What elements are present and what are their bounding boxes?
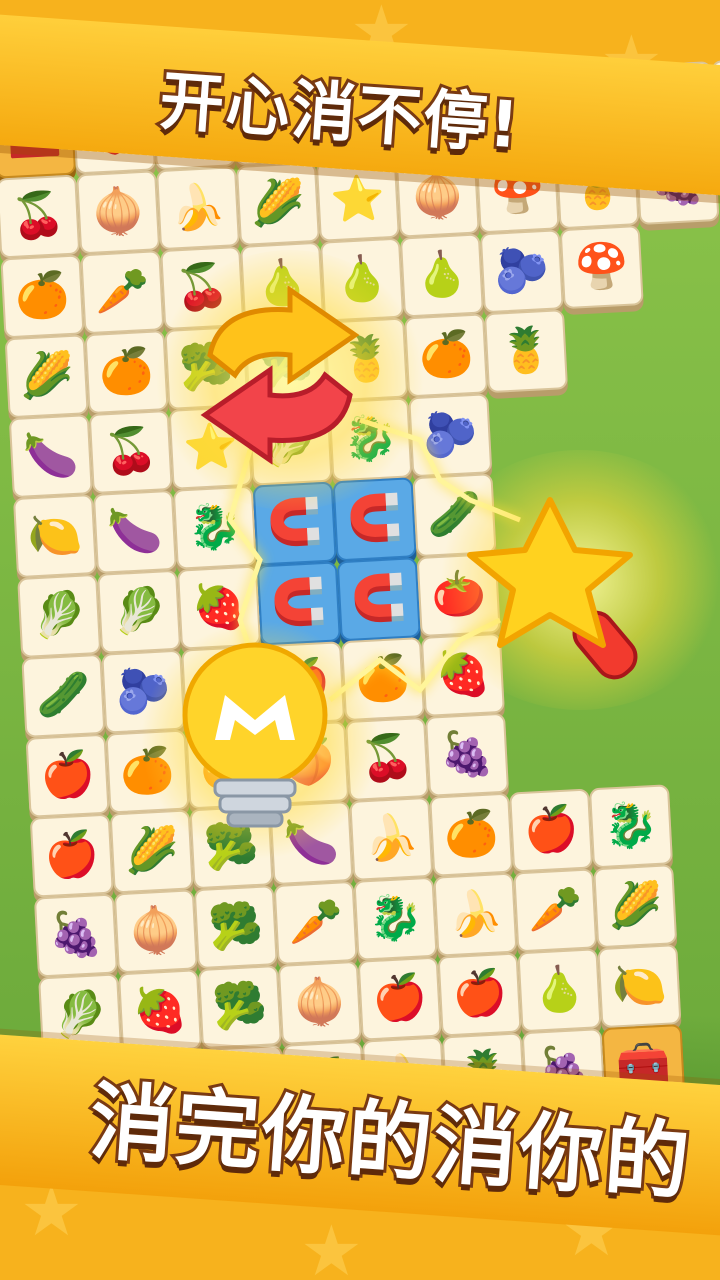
tile-icon: 🥦 <box>211 979 269 1034</box>
tile-icon: 🧅 <box>408 168 467 222</box>
tile-icon: 🧲 <box>350 571 408 626</box>
fruit-tile[interactable]: 🍒 <box>0 174 81 259</box>
fruit-tile[interactable]: 🍌 <box>156 166 241 251</box>
tile-icon: 🧅 <box>127 903 185 958</box>
tile-icon: 🥦 <box>207 899 265 954</box>
fruit-tile[interactable]: 🍆 <box>92 489 177 574</box>
shuffle-arrows-icon <box>200 285 360 465</box>
tile-icon: 🍋 <box>26 508 84 563</box>
lightbulb-icon <box>182 642 328 828</box>
fruit-tile[interactable]: 🧅 <box>277 960 362 1045</box>
shuffle-booster[interactable] <box>180 285 380 465</box>
fruit-tile[interactable]: 🥒 <box>21 653 106 738</box>
tile-icon: 🧲 <box>270 575 328 630</box>
tile-icon: 🌽 <box>17 348 76 403</box>
tile-icon: 🐉 <box>602 798 660 853</box>
fruit-tile[interactable]: 🍌 <box>349 796 434 881</box>
tile-icon: 🧅 <box>89 184 147 239</box>
tile-icon: 🍐 <box>530 962 589 1017</box>
fruit-tile[interactable]: 🍍 <box>483 309 569 394</box>
tile-icon: 🍇 <box>438 727 496 782</box>
tile-icon: 🥕 <box>526 882 584 937</box>
fruit-tile[interactable]: 🐉 <box>588 784 674 869</box>
tile-icon: 🍆 <box>106 504 164 559</box>
tile-icon: 🍐 <box>413 248 471 302</box>
tile-icon: 🍌 <box>362 811 420 866</box>
fruit-tile[interactable]: 🍎 <box>25 733 110 818</box>
fruit-tile[interactable]: 🥦 <box>197 964 282 1050</box>
fruit-tile[interactable]: 🥬 <box>97 569 182 654</box>
tile-icon: 🧲 <box>345 491 404 546</box>
fruit-tile[interactable]: 🧅 <box>113 889 198 974</box>
tile-icon: 🍎 <box>370 971 429 1026</box>
tile-icon: 🍆 <box>22 428 80 483</box>
fruit-tile[interactable]: 🌽 <box>593 864 678 949</box>
fruit-tile[interactable]: 🍎 <box>357 956 442 1041</box>
fruit-tile[interactable]: 🫐 <box>479 229 564 314</box>
tile-icon: 🍋 <box>610 958 669 1013</box>
tile-icon: 🥬 <box>30 588 88 643</box>
star-wand-booster[interactable] <box>455 490 675 690</box>
fruit-tile[interactable]: 🍋 <box>12 494 98 579</box>
tile-icon: ⭐ <box>329 172 387 227</box>
tile-icon: 🌽 <box>606 878 664 933</box>
fruit-tile[interactable]: 🍄 <box>559 225 644 310</box>
tile-icon: 🧅 <box>291 975 349 1030</box>
fruit-tile[interactable]: 🍆 <box>8 414 93 499</box>
tile-icon: 🍌 <box>446 887 505 941</box>
tile-icon: 🍇 <box>47 908 105 962</box>
tile-icon: 🍌 <box>169 180 227 235</box>
fruit-tile[interactable]: 🍐 <box>517 948 602 1033</box>
fruit-tile[interactable]: 🍇 <box>424 712 510 797</box>
magnet-tile[interactable]: 🧲 <box>336 557 421 642</box>
tile-icon: 🫐 <box>493 243 551 298</box>
tile-icon: 🌽 <box>249 176 307 231</box>
fruit-tile[interactable]: 🍇 <box>33 893 118 978</box>
tile-icon: 🐉 <box>366 891 425 946</box>
fruit-tile[interactable]: 🍎 <box>29 813 114 898</box>
fruit-tile[interactable]: 🥕 <box>513 868 598 953</box>
fruit-tile[interactable]: 🐉 <box>353 876 438 961</box>
fruit-tile[interactable]: 🥬 <box>17 573 102 658</box>
tile-icon: 🫐 <box>421 407 479 462</box>
tile-icon: 🍊 <box>442 807 500 862</box>
tile-icon: 🍄 <box>572 239 631 294</box>
fruit-tile[interactable]: 🍎 <box>437 952 522 1037</box>
tile-icon: 🥒 <box>34 668 93 723</box>
tile-icon: 🍎 <box>43 828 101 883</box>
fruit-tile[interactable]: 🥦 <box>193 885 278 970</box>
tile-icon: 🍊 <box>97 344 156 399</box>
tile-icon: 🍎 <box>522 803 580 857</box>
fruit-tile[interactable]: 🥕 <box>80 250 165 335</box>
star-wand-icon <box>467 497 638 680</box>
fruit-tile[interactable]: 🍓 <box>117 969 203 1054</box>
tile-icon: 🐉 <box>186 500 244 555</box>
fruit-tile[interactable]: 🥕 <box>273 880 358 965</box>
tile-icon: 🍒 <box>101 424 160 479</box>
tile-icon: 🥕 <box>93 264 152 319</box>
tile-icon: 🍎 <box>38 748 97 803</box>
fruit-tile[interactable]: 🌽 <box>4 334 89 419</box>
fruit-tile[interactable]: 🧅 <box>76 170 161 255</box>
tile-icon: 🍓 <box>131 983 189 1038</box>
tile-icon: 🥬 <box>51 987 109 1042</box>
fruit-tile[interactable]: 🍊 <box>429 792 514 877</box>
hint-bulb-booster[interactable] <box>170 640 340 840</box>
fruit-tile[interactable]: 🍎 <box>509 788 594 873</box>
fruit-tile[interactable]: 🍋 <box>597 944 682 1029</box>
tile-icon: 🍎 <box>450 967 509 1021</box>
tile-icon: 🍍 <box>497 323 555 378</box>
tile-icon: 🍊 <box>13 268 72 323</box>
fruit-tile[interactable]: 🌽 <box>235 161 320 246</box>
fruit-tile[interactable]: 🍐 <box>399 233 484 318</box>
fruit-tile[interactable]: 🍊 <box>0 254 85 339</box>
tile-icon: 🥬 <box>110 584 168 639</box>
tile-icon: 🍒 <box>9 189 67 243</box>
tile-icon: 🥕 <box>286 895 345 950</box>
fruit-tile[interactable]: 🍌 <box>433 872 518 957</box>
